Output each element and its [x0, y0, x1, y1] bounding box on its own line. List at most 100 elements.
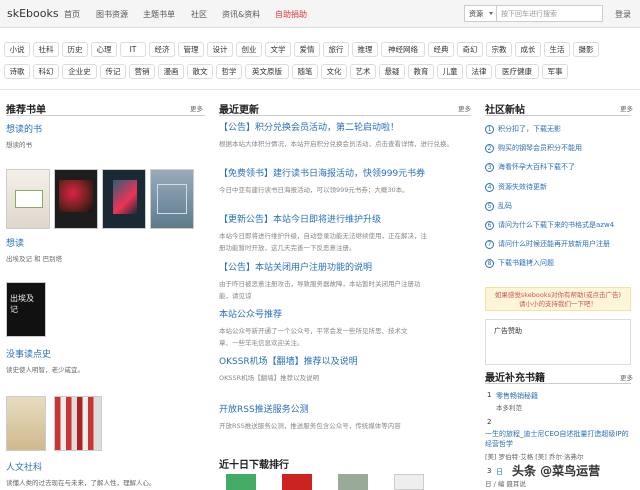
tag-link[interactable]: 创业: [236, 42, 262, 57]
tag-link[interactable]: 传记: [100, 64, 126, 79]
nav-news[interactable]: 资讯&资料: [222, 9, 260, 20]
supp-title[interactable]: 日: [496, 467, 503, 477]
post-number-icon: 4: [485, 182, 494, 192]
tag-link[interactable]: 小说: [4, 42, 30, 57]
tag-link[interactable]: 企业史: [62, 64, 97, 79]
book-cover[interactable]: 出埃及记: [6, 282, 46, 337]
nav-booklists[interactable]: 主题书单: [143, 9, 175, 20]
post-item[interactable]: 8 下载书籍拷入问题: [485, 258, 554, 270]
tag-link[interactable]: IT: [120, 42, 146, 57]
post-item[interactable]: 6 请问为什么下载下来的书格式是azw4: [485, 220, 614, 232]
supplement-heading: 最近补充书籍: [485, 373, 545, 384]
post-item[interactable]: 3 海看怀孕大百科下载不了: [485, 162, 575, 174]
book-cover[interactable]: [54, 169, 98, 229]
nav-community[interactable]: 社区: [191, 9, 207, 20]
search-input[interactable]: 按下回车进行搜索: [501, 9, 557, 19]
nav-home[interactable]: 首页: [64, 9, 80, 20]
tag-link[interactable]: 旅行: [323, 42, 349, 57]
post-item[interactable]: 1 积分扣了，下载无影: [485, 124, 561, 136]
book-cover[interactable]: [282, 474, 312, 490]
tag-link[interactable]: 法律: [466, 64, 492, 79]
news-title[interactable]: 开放RSS推送服务公测: [219, 402, 309, 415]
tag-link[interactable]: 教育: [408, 64, 434, 79]
post-title: 购买的钢琴会员积分不能用: [498, 144, 582, 153]
support-notice[interactable]: 如果感觉skebooks对你有帮助(或点击广告) 请小小的支持我们一下吧！: [485, 287, 631, 311]
more-link[interactable]: 更多: [190, 103, 203, 113]
more-link[interactable]: 更多: [458, 103, 471, 113]
nav-books[interactable]: 图书资源: [96, 9, 128, 20]
tag-link[interactable]: 社科: [33, 42, 59, 57]
tag-link[interactable]: 历史: [62, 42, 88, 57]
tag-link[interactable]: 经济: [149, 42, 175, 57]
tag-link[interactable]: 推理: [352, 42, 378, 57]
post-number-icon: 7: [485, 240, 494, 250]
tag-link[interactable]: 宗教: [486, 42, 512, 57]
tag-link[interactable]: 营销: [129, 64, 155, 79]
tag-link[interactable]: 文化: [321, 64, 347, 79]
supp-title[interactable]: 一生的旅程_迪士尼CEO自述批量打造超级IP的经营哲学: [485, 429, 631, 449]
post-item[interactable]: 5 乱码: [485, 201, 512, 213]
book-cover[interactable]: [6, 169, 50, 229]
news-desc: 开放RSS推送服务公测，推送服务包含公众号，传统媒体等内容: [219, 422, 401, 430]
tag-link[interactable]: 英文原版: [245, 64, 289, 79]
tag-link[interactable]: 爱情: [294, 42, 320, 57]
booklist-title[interactable]: 想读: [6, 236, 24, 249]
post-number-icon: 6: [485, 221, 494, 230]
tag-link[interactable]: 文学: [265, 42, 291, 57]
tag-link[interactable]: 神经网络: [381, 42, 425, 57]
news-title[interactable]: 本站公众号推荐: [219, 307, 282, 320]
book-cover[interactable]: [102, 169, 146, 229]
news-title[interactable]: 【公告】积分兑换会员活动，第二轮启动啦！: [219, 120, 399, 133]
tag-link[interactable]: 悬疑: [379, 64, 405, 79]
supp-title[interactable]: 零售畅销秘籍: [496, 391, 538, 401]
booklist-title[interactable]: 人文社科: [6, 460, 42, 473]
book-cover[interactable]: [6, 396, 46, 451]
tag-link[interactable]: 儿童: [437, 64, 463, 79]
recommended-lists-heading: 推荐书单: [6, 105, 46, 116]
site-logo[interactable]: skEbooks: [7, 7, 59, 20]
tag-link[interactable]: 散文: [187, 64, 213, 79]
nav-donate[interactable]: 自助捐助: [275, 9, 307, 20]
tag-link[interactable]: 哲学: [216, 64, 242, 79]
news-title[interactable]: 【免费领书】建行读书日海报活动，快领999元书券: [219, 166, 425, 179]
tag-link[interactable]: 管理: [178, 42, 204, 57]
login-link[interactable]: 登录: [615, 9, 631, 20]
post-title: 积分扣了，下载无影: [498, 125, 561, 133]
tag-link[interactable]: 经典: [428, 42, 454, 57]
tag-link[interactable]: 艺术: [350, 64, 376, 79]
tag-link[interactable]: 随笔: [292, 64, 318, 79]
book-cover[interactable]: [226, 474, 256, 490]
tag-link[interactable]: 军事: [542, 64, 568, 79]
post-item[interactable]: 4 资源失效待更新: [485, 182, 547, 194]
news-title[interactable]: 【更新公告】本站今日即将进行维护升级: [219, 212, 381, 225]
booklist-title[interactable]: 没事读点史: [6, 347, 51, 360]
news-title[interactable]: OKSSR机场【翻墙】推荐以及说明: [219, 354, 358, 367]
tag-link[interactable]: 摄影: [573, 42, 599, 57]
tag-link[interactable]: 医疗健康: [495, 64, 539, 79]
post-item[interactable]: 2 购买的钢琴会员积分不能用: [485, 143, 582, 155]
tag-link[interactable]: 心理: [91, 42, 117, 57]
search-scope-select[interactable]: 资源: [465, 6, 497, 21]
more-link[interactable]: 更多: [620, 103, 633, 113]
tag-link[interactable]: 设计: [207, 42, 233, 57]
book-cover[interactable]: [54, 396, 102, 451]
tag-link[interactable]: 生活: [544, 42, 570, 57]
supp-num: 2: [487, 418, 492, 426]
booklist-title[interactable]: 想读的书: [6, 122, 42, 135]
booklist-desc: 读史使人明智，老少咸宜。: [6, 366, 84, 374]
more-link[interactable]: 更多: [620, 372, 633, 382]
tag-link[interactable]: 诗歌: [4, 64, 30, 79]
news-desc: 由于昨日被恶意注册攻击，导致服务器故障，本站暂时关闭用户注册功: [219, 280, 421, 288]
book-cover[interactable]: [394, 474, 424, 490]
supp-author: 日 / 编 聂耳说: [485, 480, 526, 488]
news-title[interactable]: 【公告】本站关闭用户注册功能的说明: [219, 260, 372, 273]
post-item[interactable]: 7 请问什么时候还能再开放新用户注册: [485, 239, 610, 251]
recent-updates-heading: 最近更新: [219, 105, 259, 116]
book-cover[interactable]: [338, 474, 368, 490]
tag-link[interactable]: 科幻: [33, 64, 59, 79]
tag-link[interactable]: 漫画: [158, 64, 184, 79]
book-cover[interactable]: [150, 169, 194, 229]
tag-link[interactable]: 奇幻: [457, 42, 483, 57]
tag-link[interactable]: 成长: [515, 42, 541, 57]
news-desc: OKSSR机场【翻墙】推荐以及说明: [219, 374, 320, 382]
